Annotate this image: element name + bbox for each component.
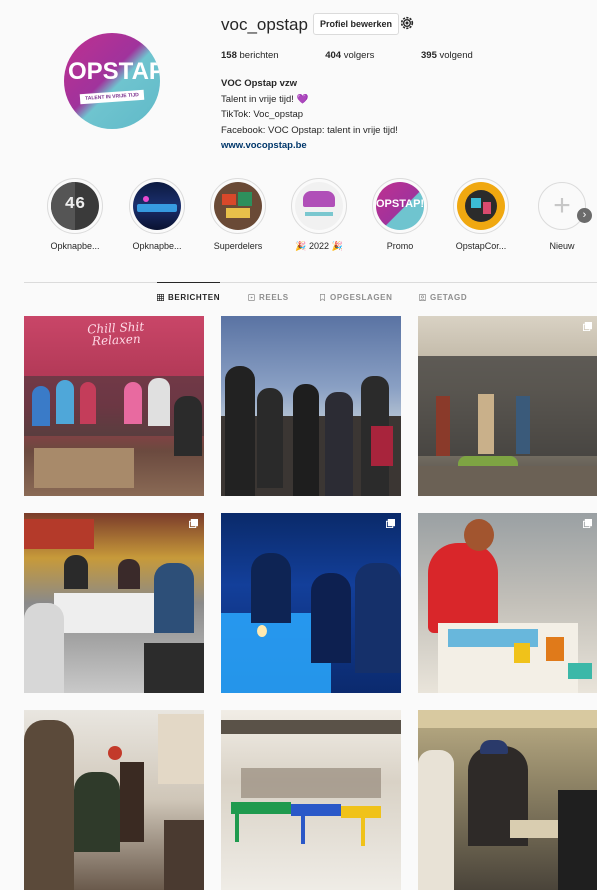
multiple-photos-icon <box>189 519 198 528</box>
edit-profile-button[interactable]: Profiel bewerken <box>313 13 400 35</box>
multiple-photos-icon <box>583 322 592 331</box>
plus-icon: + <box>538 182 586 230</box>
avatar-logo-tagline: TALENT IN VRIJE TIJD <box>79 89 145 105</box>
profile-stats: 158 berichten 404 volgers 395 volgend <box>221 50 517 61</box>
highlight-item[interactable]: Opknapbe... <box>122 178 192 251</box>
bookmark-icon <box>320 294 325 301</box>
grid-icon <box>157 294 164 301</box>
heart-icon: 💜 <box>296 93 309 105</box>
highlight-cover <box>457 182 505 230</box>
bio-line-1: Talent in vrije tijd! 💜 <box>221 93 309 105</box>
profile-tabs: BERICHTEN REELS OPGESLAGEN GETAGD <box>0 282 597 311</box>
highlight-cover <box>133 182 181 230</box>
neon-sign-text: Chill Shit Relaxen <box>86 319 145 349</box>
highlight-cover: OPSTAP! <box>376 182 424 230</box>
highlight-cover: 46 <box>51 182 99 230</box>
highlight-number: 46 <box>64 195 86 214</box>
followers-stat[interactable]: 404 volgers <box>325 50 396 61</box>
bio-line-3: Facebook: VOC Opstap: talent in vrije ti… <box>221 124 398 136</box>
profile-bio: VOC Opstap vzw Talent in vrije tijd! 💜 T… <box>221 76 398 154</box>
profile-header: OPSTAP! TALENT IN VRIJE TIJD voc_opstap … <box>0 0 597 170</box>
following-stat[interactable]: 395 volgend <box>421 50 495 61</box>
post-thumbnail[interactable] <box>418 316 597 496</box>
highlight-cover <box>214 182 262 230</box>
story-highlights: 46 Opknapbe... Opknapbe... Superdelers 🎉… <box>0 178 597 258</box>
tab-tagged[interactable]: GETAGD <box>419 283 467 311</box>
reels-icon <box>248 294 255 301</box>
post-thumbnail[interactable] <box>418 710 597 890</box>
post-thumbnail[interactable]: Chill Shit Relaxen <box>24 316 204 496</box>
bio-website-link[interactable]: www.vocopstap.be <box>221 138 398 154</box>
post-thumbnail[interactable] <box>24 710 204 890</box>
highlight-item[interactable]: 🎉 2022 🎉 <box>284 178 354 252</box>
highlight-cover <box>295 182 343 230</box>
posts-stat: 158 berichten <box>221 50 279 61</box>
chevron-right-icon[interactable]: › <box>577 208 592 223</box>
highlight-item[interactable]: OPSTAP! Promo <box>365 178 435 251</box>
profile-username: voc_opstap <box>221 15 308 34</box>
tagged-icon <box>419 294 426 301</box>
post-thumbnail[interactable] <box>418 513 597 693</box>
highlight-badge: OPSTAP! <box>376 198 424 210</box>
tab-saved[interactable]: OPGESLAGEN <box>319 283 392 311</box>
post-thumbnail[interactable] <box>221 513 401 693</box>
post-thumbnail[interactable] <box>221 316 401 496</box>
highlight-item[interactable]: Superdelers <box>203 178 273 251</box>
highlight-item[interactable]: OpstapCor... <box>446 178 516 251</box>
bio-line-2: TikTok: Voc_opstap <box>221 109 304 120</box>
tab-reels[interactable]: REELS <box>248 283 289 311</box>
profile-avatar[interactable]: OPSTAP! TALENT IN VRIJE TIJD <box>64 33 160 129</box>
post-thumbnail[interactable] <box>24 513 204 693</box>
gear-icon[interactable] <box>399 15 415 31</box>
multiple-photos-icon <box>583 519 592 528</box>
highlight-item[interactable]: 46 Opknapbe... <box>40 178 110 251</box>
post-thumbnail[interactable] <box>221 710 401 890</box>
avatar-logo-text: OPSTAP! <box>68 58 160 85</box>
multiple-photos-icon <box>386 519 395 528</box>
tab-posts[interactable]: BERICHTEN <box>157 282 221 311</box>
bio-name: VOC Opstap vzw <box>221 78 298 89</box>
